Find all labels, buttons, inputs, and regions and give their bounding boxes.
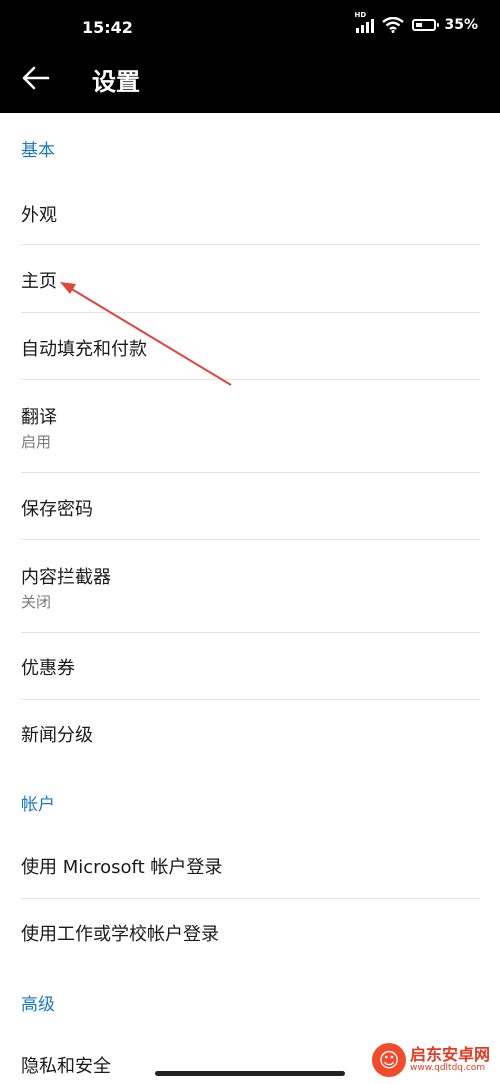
item-passwords[interactable]: 保存密码 — [0, 473, 500, 539]
item-sublabel: 关闭 — [21, 593, 52, 611]
watermark-logo-icon: ☺ — [372, 1043, 406, 1077]
item-homepage[interactable]: 主页 — [0, 245, 500, 312]
item-microsoft-login[interactable]: 使用 Microsoft 帐户登录 — [0, 832, 500, 898]
status-icons: HD 35% — [354, 11, 478, 33]
item-label: 内容拦截器 — [21, 567, 111, 588]
page-title: 设置 — [92, 68, 140, 96]
item-work-login[interactable]: 使用工作或学校帐户登录 — [0, 899, 500, 965]
item-label: 使用 Microsoft 帐户登录 — [21, 857, 223, 878]
watermark: ☺ 启东安卓网 www.qdltdq.com — [372, 1040, 496, 1080]
item-label: 外观 — [21, 205, 57, 226]
item-label: 保存密码 — [21, 499, 93, 520]
item-label: 翻译 — [21, 407, 57, 428]
item-content-blocker[interactable]: 内容拦截器 关闭 — [0, 540, 500, 632]
item-label: 隐私和安全 — [21, 1056, 111, 1077]
back-arrow-icon[interactable] — [18, 60, 54, 96]
section-account: 帐户 — [21, 795, 55, 815]
item-label: 自动填充和付款 — [21, 339, 147, 360]
top-bar: 15:42 HD 35% 设置 — [0, 0, 500, 113]
signal-icon: HD — [354, 11, 375, 33]
section-advanced: 高级 — [21, 995, 55, 1015]
item-label: 优惠券 — [21, 658, 75, 679]
watermark-title: 启东安卓网 — [410, 1045, 491, 1065]
item-translate[interactable]: 翻译 启用 — [0, 380, 500, 472]
item-label: 主页 — [21, 271, 57, 292]
battery-percent: 35% — [444, 17, 478, 33]
item-label: 新闻分级 — [21, 725, 93, 746]
item-label: 使用工作或学校帐户登录 — [21, 924, 219, 945]
item-autofill[interactable]: 自动填充和付款 — [0, 313, 500, 379]
section-basic: 基本 — [21, 141, 55, 161]
status-time: 15:42 — [82, 18, 133, 37]
watermark-url: www.qdltdq.com — [410, 1062, 486, 1073]
gesture-bar[interactable] — [155, 1071, 345, 1076]
hd-indicator: HD — [354, 11, 367, 19]
item-sublabel: 启用 — [21, 433, 52, 451]
item-appearance[interactable]: 外观 — [0, 180, 500, 244]
battery-icon — [412, 19, 440, 31]
wifi-icon — [382, 17, 405, 33]
item-coupons[interactable]: 优惠券 — [0, 633, 500, 699]
item-news[interactable]: 新闻分级 — [0, 700, 500, 766]
